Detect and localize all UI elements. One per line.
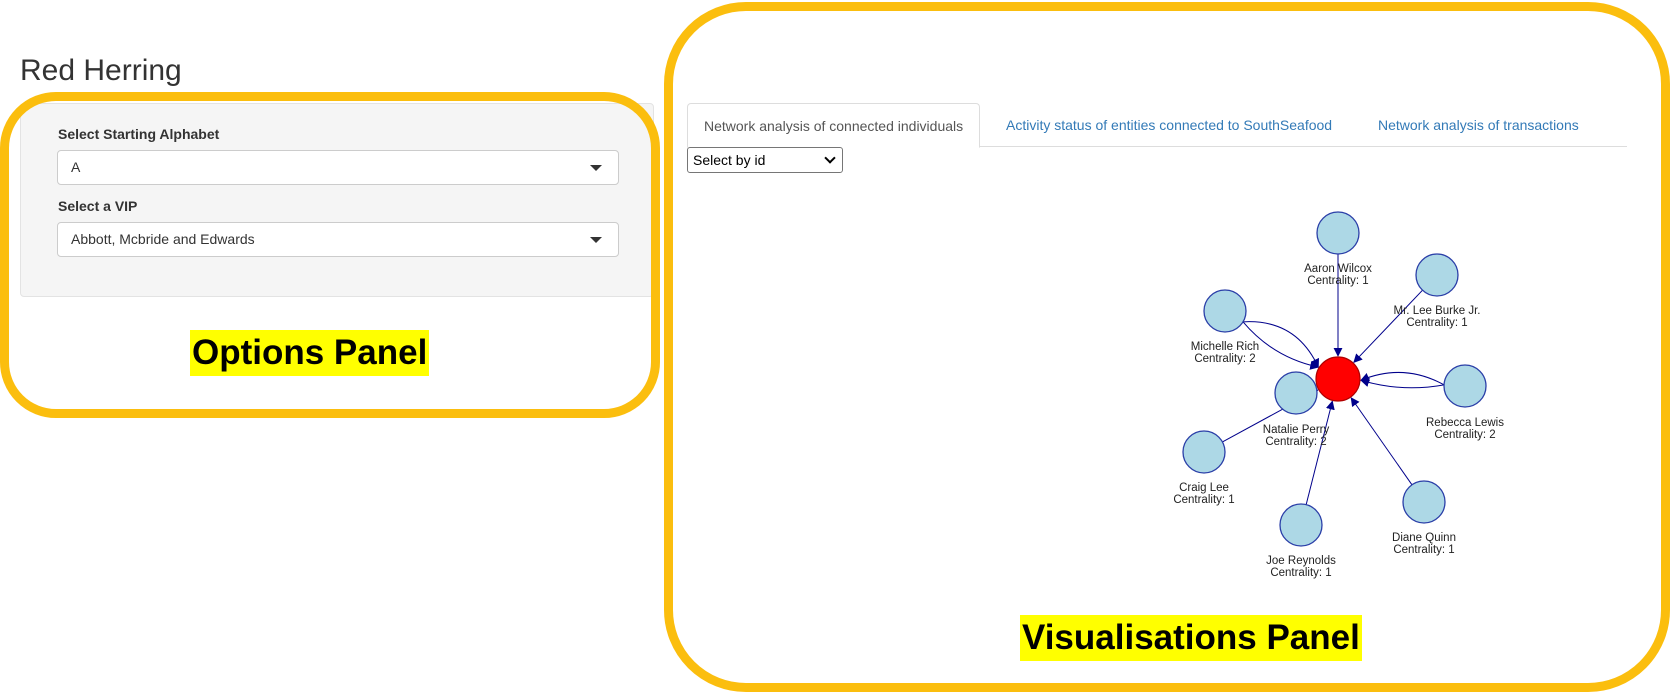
node-label-name: Joe Reynolds (1266, 555, 1336, 567)
node-label-name: Rebecca Lewis (1426, 417, 1504, 429)
node-joe-reynolds[interactable] (1279, 503, 1323, 547)
node-label-centrality: Centrality: 1 (1307, 275, 1368, 287)
node-label-centrality: Centrality: 1 (1393, 544, 1454, 556)
edge-joe-reynolds (1305, 400, 1335, 505)
edge-rebecca-lewis (1360, 372, 1445, 386)
node-label-centrality: Centrality: 1 (1406, 317, 1467, 329)
node-aaron-wilcox[interactable] (1316, 211, 1360, 255)
node-diane-quinn[interactable] (1402, 480, 1446, 524)
visualisations-panel-callout: Visualisations Panel (1020, 615, 1362, 661)
node-label-name: Natalie Perry (1263, 424, 1330, 436)
node-rebecca-lewis[interactable] (1443, 364, 1487, 408)
node-label-centrality: Centrality: 1 (1270, 567, 1331, 579)
node-label-centrality: Centrality: 1 (1173, 494, 1234, 506)
node-craig-lee[interactable] (1182, 430, 1226, 474)
node-label-centrality: Centrality: 2 (1434, 429, 1495, 441)
node-label-name: Aaron Wilcox (1304, 263, 1372, 275)
node-center[interactable] (1315, 356, 1361, 402)
edge-rebecca-lewis-2 (1360, 378, 1445, 389)
node-label-centrality: Centrality: 2 (1194, 353, 1255, 365)
node-label-name: Michelle Rich (1191, 341, 1259, 353)
node-mr-lee-burke-jr[interactable] (1415, 253, 1459, 297)
node-natalie-perry[interactable] (1274, 371, 1318, 415)
network-graph[interactable]: Aaron WilcoxCentrality: 1Mr. Lee Burke J… (0, 0, 1673, 696)
node-michelle-rich[interactable] (1203, 289, 1247, 333)
node-label-centrality: Centrality: 2 (1265, 436, 1326, 448)
edge-diane-quinn (1350, 397, 1413, 486)
node-label-name: Diane Quinn (1392, 532, 1456, 544)
node-label-name: Craig Lee (1179, 482, 1229, 494)
node-label-name: Mr. Lee Burke Jr. (1394, 305, 1481, 317)
